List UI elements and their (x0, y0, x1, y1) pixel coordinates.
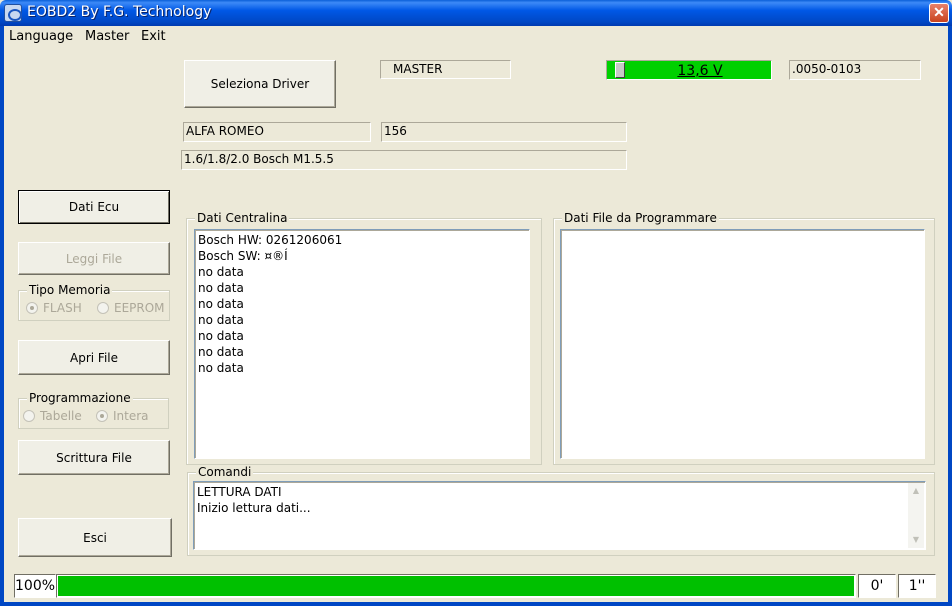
scroll-up-arrow-icon[interactable]: ▲ (908, 483, 924, 499)
radio-tabelle-indicator (23, 410, 35, 422)
progress-percent: 100% (14, 574, 56, 598)
list-item: no data (198, 297, 244, 311)
esci-button[interactable]: Esci (18, 518, 172, 557)
window-frame-right (948, 26, 952, 606)
radio-flash[interactable]: FLASH (26, 301, 85, 315)
list-item: no data (198, 281, 244, 295)
dati-file-group: Dati File da Programmare (553, 211, 935, 465)
voltage-indicator: 13,6 V (606, 60, 772, 80)
list-item: no data (198, 265, 244, 279)
dati-centralina-list[interactable]: Bosch HW: 0261206061 Bosch SW: ¤®Í no da… (194, 229, 530, 459)
window-frame-bottom (0, 602, 952, 606)
window-frame-left (0, 26, 4, 606)
radio-intera-label: Intera (113, 409, 149, 423)
master-field: MASTER (380, 60, 511, 79)
menu-master[interactable]: Master (85, 29, 129, 44)
menu-bar: Language Master Exit (4, 26, 948, 48)
list-item: no data (198, 329, 244, 343)
voltage-value: 13,6 V (677, 63, 723, 79)
leggi-file-button[interactable]: Leggi File (18, 242, 170, 275)
tipo-memoria-group: Tipo Memoria FLASH EEPROM (18, 283, 170, 321)
menu-language[interactable]: Language (9, 29, 73, 44)
dati-centralina-legend: Dati Centralina (195, 211, 290, 225)
status-bar: 100% 0' 1'' (4, 572, 948, 602)
model-field: 156 (381, 122, 627, 142)
radio-eeprom-indicator (97, 302, 109, 314)
comandi-scrollbar[interactable]: ▲ ▼ (908, 483, 924, 548)
radio-tabelle[interactable]: Tabelle (23, 409, 82, 423)
programmazione-group: Programmazione Tabelle Intera (18, 391, 169, 429)
progress-fill (58, 576, 854, 596)
log-line: LETTURA DATI (197, 485, 282, 499)
list-item: Bosch SW: ¤®Í (198, 249, 288, 263)
radio-eeprom-label: EEPROM (114, 301, 164, 315)
time-minutes: 0' (858, 574, 896, 598)
list-item: no data (198, 361, 244, 375)
dati-ecu-button[interactable]: Dati Ecu (18, 190, 170, 224)
scroll-down-arrow-icon[interactable]: ▼ (908, 532, 924, 548)
list-item: no data (198, 313, 244, 327)
window-title: EOBD2 By F.G. Technology (27, 4, 212, 20)
radio-intera[interactable]: Intera (96, 409, 149, 423)
menu-exit[interactable]: Exit (141, 29, 166, 44)
radio-intera-indicator (96, 410, 108, 422)
version-field: .0050-0103 (789, 60, 921, 80)
scrittura-file-button[interactable]: Scrittura File (18, 440, 170, 475)
radio-tabelle-label: Tabelle (40, 409, 82, 423)
list-item: no data (198, 345, 244, 359)
tipo-memoria-legend: Tipo Memoria (27, 283, 113, 297)
apri-file-button[interactable]: Apri File (18, 340, 170, 375)
radio-flash-indicator (26, 302, 38, 314)
comandi-log[interactable]: LETTURA DATI Inizio lettura dati... ▲ ▼ (193, 481, 926, 550)
programmazione-legend: Programmazione (27, 391, 133, 405)
radio-eeprom[interactable]: EEPROM (97, 301, 164, 315)
list-item: Bosch HW: 0261206061 (198, 233, 343, 247)
comandi-legend: Comandi (196, 465, 254, 479)
select-driver-button[interactable]: Seleziona Driver (184, 60, 336, 108)
time-seconds: 1'' (898, 574, 936, 598)
close-button[interactable]: ✕ (929, 3, 949, 23)
dati-file-list[interactable] (560, 229, 925, 459)
title-bar: EOBD2 By F.G. Technology ✕ (0, 0, 952, 26)
log-line: Inizio lettura dati... (197, 501, 311, 515)
comandi-group: Comandi LETTURA DATI Inizio lettura dati… (187, 465, 935, 556)
make-field: ALFA ROMEO (183, 122, 371, 142)
app-icon[interactable] (4, 4, 22, 22)
dati-file-legend: Dati File da Programmare (562, 211, 719, 225)
engine-field: 1.6/1.8/2.0 Bosch M1.5.5 (181, 150, 627, 170)
dati-centralina-group: Dati Centralina Bosch HW: 0261206061 Bos… (186, 211, 542, 465)
radio-flash-label: FLASH (43, 301, 82, 315)
progress-bar (56, 574, 856, 598)
